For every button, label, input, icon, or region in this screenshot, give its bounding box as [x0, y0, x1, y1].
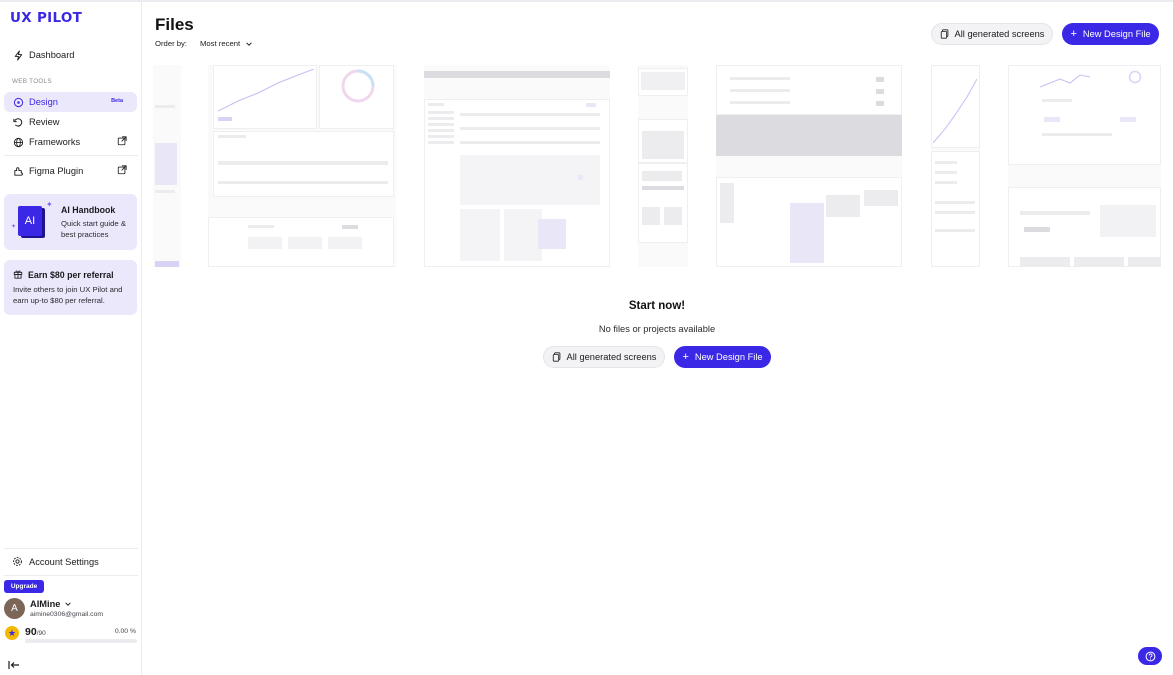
chevron-down-icon	[64, 600, 72, 608]
referral-title-row: Earn $80 per referral	[13, 269, 114, 280]
all-generated-label: All generated screens	[954, 29, 1045, 39]
upgrade-button[interactable]: Upgrade	[4, 580, 44, 593]
external-link-icon	[117, 136, 128, 147]
screen-thumbnail	[716, 65, 902, 267]
logo[interactable]: UX PILOT	[10, 10, 82, 26]
collapse-sidebar-icon[interactable]	[8, 657, 20, 669]
sidebar: UX PILOT Dashboard WEB TOOLS Design Beta…	[0, 2, 142, 675]
screen-thumbnail	[153, 65, 181, 267]
user-name: AIMine	[30, 599, 61, 609]
credits-percent: 0.00 %	[114, 628, 136, 635]
sidebar-item-figma-plugin[interactable]: Figma Plugin	[4, 161, 137, 181]
sidebar-item-label: Review	[29, 117, 60, 127]
user-email: aimine0306@gmail.com	[30, 611, 104, 618]
empty-state-text: No files or projects available	[598, 324, 716, 334]
ai-handbook-card[interactable]: ✦ ✦ AI AI Handbook Quick start guide & b…	[4, 194, 137, 250]
empty-state-title: Start now!	[628, 300, 686, 312]
sidebar-divider	[4, 548, 138, 549]
handbook-subtitle: Quick start guide & best practices	[61, 219, 126, 239]
sidebar-item-label: Frameworks	[29, 137, 81, 147]
beta-badge: Beta	[111, 98, 123, 104]
account-settings-label: Account Settings	[29, 557, 99, 567]
new-design-label: New Design File	[1082, 29, 1151, 39]
sidebar-item-label: Figma Plugin	[29, 166, 84, 176]
screen-thumbnail	[931, 65, 980, 267]
user-menu[interactable]: AIMine	[30, 599, 72, 609]
account-settings-button[interactable]: Account Settings	[4, 552, 137, 572]
external-link-icon	[117, 165, 128, 176]
page-title: Files	[155, 15, 194, 34]
screens-icon	[940, 29, 950, 39]
screen-thumbnail	[424, 65, 610, 267]
sidebar-divider	[4, 575, 138, 576]
sort-select[interactable]: Most recent	[200, 39, 253, 48]
credits-progress-bar	[25, 639, 137, 643]
app-window: UX PILOT Dashboard WEB TOOLS Design Beta…	[0, 0, 1173, 675]
sparkle-icon: ✦	[46, 200, 53, 209]
gift-icon	[13, 269, 24, 280]
star-credits-icon: ★	[5, 626, 19, 640]
screen-thumbnail	[638, 65, 688, 267]
all-generated-screens-button[interactable]: All generated screens	[543, 346, 665, 368]
plugin-icon	[12, 165, 24, 177]
plus-icon: +	[1070, 28, 1077, 40]
credits-max: /90	[36, 630, 46, 637]
help-icon	[1145, 651, 1155, 661]
sort-select-value: Most recent	[200, 39, 241, 48]
lightning-icon	[12, 49, 24, 61]
new-design-file-button[interactable]: + New Design File	[1062, 23, 1159, 45]
avatar[interactable]: A	[4, 598, 25, 619]
handbook-title: AI Handbook	[61, 205, 116, 215]
screens-icon	[552, 352, 562, 362]
chevron-down-icon	[245, 40, 253, 48]
all-generated-screens-button[interactable]: All generated screens	[931, 23, 1053, 45]
new-design-label: New Design File	[694, 352, 763, 362]
sidebar-item-dashboard[interactable]: Dashboard	[4, 45, 137, 65]
gear-icon	[12, 556, 24, 568]
all-generated-label: All generated screens	[566, 352, 657, 362]
sparkle-icon: ✦	[11, 224, 17, 230]
referral-title: Earn $80 per referral	[28, 269, 114, 280]
help-button[interactable]	[1138, 647, 1162, 665]
credits-current: 90	[25, 626, 37, 638]
screen-thumbnail	[1008, 65, 1161, 267]
credits-value: 90/90	[25, 626, 46, 638]
generated-screens-preview	[153, 65, 1161, 267]
sidebar-item-frameworks[interactable]: Frameworks	[4, 132, 137, 152]
sidebar-item-review[interactable]: Review	[4, 112, 137, 132]
design-icon	[12, 96, 24, 108]
plus-icon: +	[682, 351, 689, 363]
order-by-label: Order by:	[155, 39, 188, 48]
book-icon: AI	[18, 206, 42, 236]
globe-icon	[12, 136, 24, 148]
sidebar-item-label: Design	[29, 97, 58, 107]
section-label: WEB TOOLS	[12, 78, 52, 85]
screen-thumbnail	[208, 65, 396, 267]
sidebar-item-label: Dashboard	[29, 50, 75, 60]
sidebar-item-design[interactable]: Design Beta	[4, 92, 137, 112]
new-design-file-button[interactable]: + New Design File	[674, 346, 771, 368]
review-icon	[12, 116, 24, 128]
sidebar-divider	[4, 155, 138, 156]
